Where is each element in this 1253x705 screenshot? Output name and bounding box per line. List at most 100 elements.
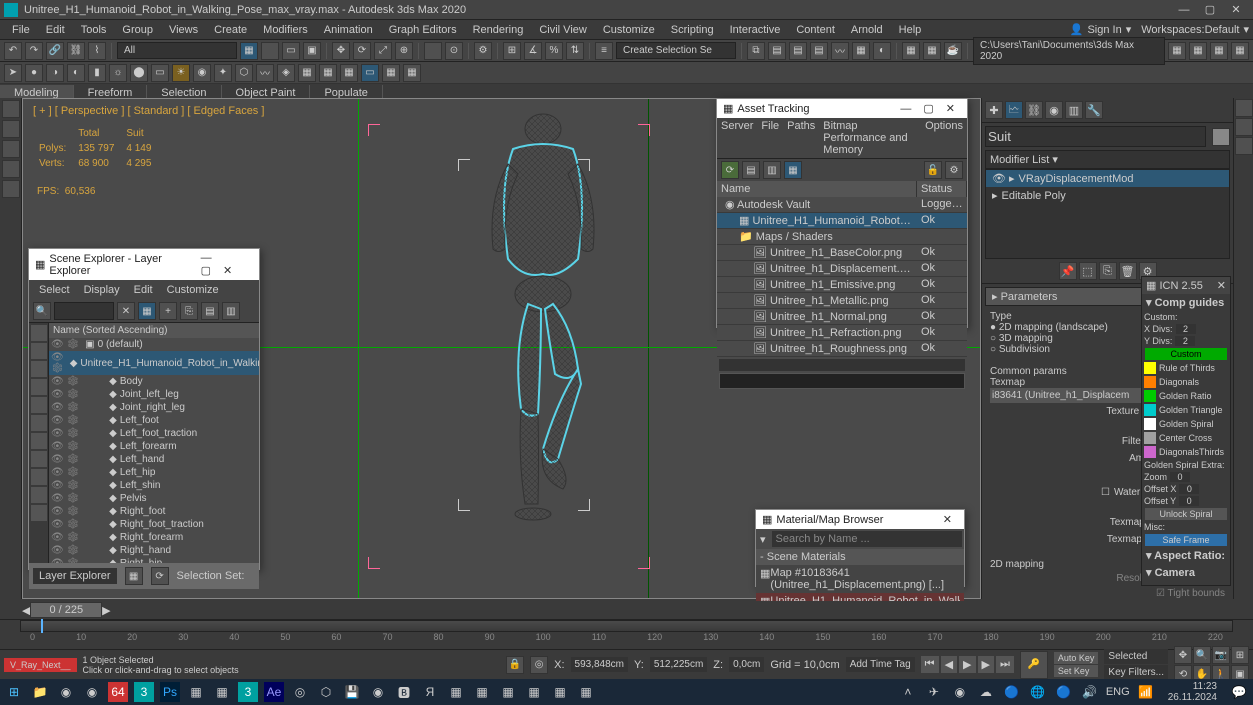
mb-search-input[interactable]: Search by Name ...	[772, 531, 962, 547]
cmd-display[interactable]: ▥	[1065, 101, 1083, 119]
play-button[interactable]: ▶	[959, 656, 975, 673]
tree-item[interactable]: 👁 ❄◆Body	[49, 375, 259, 388]
after-effects-icon[interactable]: Ae	[264, 682, 284, 702]
se-menu-edit[interactable]: Edit	[128, 282, 159, 298]
unlink-button[interactable]: ⛓	[67, 42, 85, 60]
t2-7[interactable]: ⬤	[130, 64, 148, 82]
se-f2[interactable]	[31, 343, 47, 359]
tree-item[interactable]: 👁 ❄◆Right_hip	[49, 557, 259, 563]
se-view-layer[interactable]: ▦	[138, 302, 156, 320]
3dsmax-icon[interactable]: 3	[134, 682, 154, 702]
cmd-create[interactable]: ✚	[985, 101, 1003, 119]
chrome-icon[interactable]: ◉	[82, 682, 102, 702]
modifier-stack[interactable]: 👁 ▸ VRayDisplacementMod ▸ Editable Poly	[985, 169, 1230, 259]
mb-collapse[interactable]: ▾	[756, 533, 770, 546]
nav-zoom[interactable]: 🔍	[1193, 646, 1211, 664]
tree-item[interactable]: 👁 ❄◆Right_hand	[49, 544, 259, 557]
lt-1[interactable]	[2, 100, 20, 118]
viewport-label[interactable]: [ + ] [ Perspective ] [ Standard ] [ Edg…	[33, 105, 264, 117]
app-icon[interactable]: 🅱	[394, 682, 414, 702]
key-filters-button[interactable]: Key Filters...	[1104, 665, 1168, 680]
3dsmax2-icon[interactable]: 3	[238, 682, 258, 702]
se-f11[interactable]	[31, 505, 47, 521]
time-next[interactable]: ▶	[102, 604, 110, 617]
menu-edit[interactable]: Edit	[38, 22, 73, 38]
path-btn3[interactable]: ▦	[1210, 42, 1228, 60]
selection-filter-dropdown[interactable]: All	[117, 42, 237, 59]
guide-preset[interactable]: Rule of Thirds	[1142, 361, 1230, 375]
path-btn1[interactable]: ▦	[1168, 42, 1186, 60]
menu-animation[interactable]: Animation	[316, 22, 381, 38]
select-by-name[interactable]	[261, 42, 279, 60]
se-f4[interactable]	[31, 379, 47, 395]
col-name[interactable]: Name	[717, 181, 917, 197]
menu-customize[interactable]: Customize	[595, 22, 663, 38]
at-paths[interactable]: Paths	[787, 120, 815, 156]
asset-row[interactable]: 🖼 Unitree_h1_Metallic.pngOk	[717, 293, 967, 309]
material-map-browser-dialog[interactable]: ▦ Material/Map Browser ✕ ▾ Search by Nam…	[755, 509, 965, 587]
tray-icon[interactable]: ☁	[976, 682, 996, 702]
maximize-button[interactable]: ▢	[1197, 1, 1223, 19]
network-icon[interactable]: 📶	[1136, 682, 1156, 702]
t2-18[interactable]: ▦	[382, 64, 400, 82]
render-setup[interactable]: ▦	[902, 42, 920, 60]
edit-sel-set[interactable]: ≡	[595, 42, 613, 60]
tree-header[interactable]: Name (Sorted Ascending)	[49, 323, 259, 338]
spinner-snap[interactable]: ⇅	[566, 42, 584, 60]
se-f5[interactable]	[31, 397, 47, 413]
t2-19[interactable]: ▦	[403, 64, 421, 82]
t2-3[interactable]: ◑	[46, 64, 64, 82]
at-t6[interactable]: ⚙	[945, 161, 963, 179]
schematic-view[interactable]: ▦	[852, 42, 870, 60]
ydivs-spinner[interactable]: 2	[1175, 336, 1195, 346]
add-time-tag[interactable]: Add Time Tag	[846, 657, 915, 672]
app-icon[interactable]: ⬡	[316, 682, 336, 702]
se-search-input[interactable]	[54, 302, 114, 320]
app-icon[interactable]: ▦	[524, 682, 544, 702]
fr-btn[interactable]	[1235, 118, 1253, 136]
t2-5[interactable]: ▮	[88, 64, 106, 82]
time-prev[interactable]: ◀	[22, 604, 30, 617]
tree-item[interactable]: 👁 ❄◆Left_hip	[49, 466, 259, 479]
at-options[interactable]: Options	[925, 120, 963, 156]
scene-tree[interactable]: Name (Sorted Ascending) 👁 ❄▣0 (default)👁…	[49, 323, 259, 563]
menu-scripting[interactable]: Scripting	[663, 22, 722, 38]
align-button[interactable]: ▤	[768, 42, 786, 60]
undo-button[interactable]: ↶	[4, 42, 22, 60]
tray-icon[interactable]: 🌐	[1028, 682, 1048, 702]
t2-2[interactable]: ●	[25, 64, 43, 82]
water-level-check[interactable]	[1101, 487, 1110, 498]
app-icon[interactable]: ◉	[368, 682, 388, 702]
toggle-ribbon[interactable]: ▤	[810, 42, 828, 60]
comp-guides-section[interactable]: ▾ Comp guides	[1142, 294, 1230, 311]
asset-row[interactable]: 🖼 Unitree_h1_Normal.pngOk	[717, 309, 967, 325]
se-f7[interactable]	[31, 433, 47, 449]
y-coord[interactable]: 512,225cm	[650, 657, 707, 672]
cmd-motion[interactable]: ◉	[1045, 101, 1063, 119]
redo-button[interactable]: ↷	[25, 42, 43, 60]
app-icon[interactable]: ▦	[186, 682, 206, 702]
dlg-max[interactable]: ▢	[917, 103, 939, 115]
dlg-max[interactable]: ▢	[195, 265, 217, 277]
menu-group[interactable]: Group	[114, 22, 161, 38]
pin-stack[interactable]: 📌	[1059, 262, 1077, 280]
guide-preset[interactable]: DiagonalsThirds	[1142, 445, 1230, 459]
app-icon[interactable]: ▦	[212, 682, 232, 702]
se-find[interactable]: 🔍	[33, 302, 51, 320]
at-refresh[interactable]: ⟳	[721, 161, 739, 179]
language-indicator[interactable]: ENG	[1106, 686, 1130, 698]
asset-row[interactable]: 🖼 Unitree_h1_BaseColor.pngOk	[717, 245, 967, 261]
menu-content[interactable]: Content	[788, 22, 843, 38]
t2-16[interactable]: ▦	[340, 64, 358, 82]
se-f6[interactable]	[31, 415, 47, 431]
scale-button[interactable]: ⤢	[374, 42, 392, 60]
app-icon[interactable]: ▦	[498, 682, 518, 702]
menu-graph-editors[interactable]: Graph Editors	[381, 22, 465, 38]
nav-fov[interactable]: 📷	[1212, 646, 1230, 664]
tray-icon[interactable]: 🔵	[1002, 682, 1022, 702]
path-btn2[interactable]: ▦	[1189, 42, 1207, 60]
tray-icon[interactable]: ◉	[950, 682, 970, 702]
guide-preset[interactable]: Diagonals	[1142, 375, 1230, 389]
t2-sun[interactable]: ☀	[172, 64, 190, 82]
manipulate-button[interactable]: ⚙	[474, 42, 492, 60]
